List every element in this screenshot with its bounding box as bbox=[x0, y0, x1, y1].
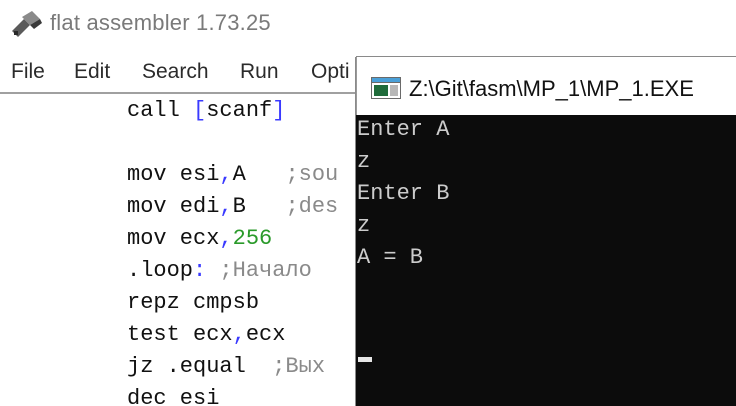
code-line: repz cmpsb bbox=[127, 290, 259, 322]
menu-edit[interactable]: Edit bbox=[74, 60, 110, 84]
code-line: dec esi bbox=[127, 386, 219, 406]
console-line: A = B bbox=[357, 245, 424, 270]
menu-search[interactable]: Search bbox=[142, 60, 209, 84]
code-token: call bbox=[127, 98, 194, 123]
code-token: ;sou bbox=[285, 162, 339, 187]
code-token: mov ecx bbox=[127, 226, 220, 251]
code-token: mov edi bbox=[127, 194, 220, 219]
code-token: jz .equal bbox=[127, 354, 273, 379]
code-token: [ bbox=[193, 98, 207, 123]
code-line: mov esi,A ;sou bbox=[127, 162, 338, 194]
code-line: .loop: ;Начало bbox=[127, 258, 312, 290]
code-token: , bbox=[219, 194, 233, 219]
console-line: z bbox=[357, 213, 371, 238]
code-token: repz cmpsb bbox=[127, 290, 260, 315]
code-token: 256 bbox=[232, 226, 273, 251]
code-line: mov ecx,256 bbox=[127, 226, 272, 258]
console-line: Enter B bbox=[357, 181, 450, 206]
code-token: B bbox=[232, 194, 286, 219]
console-line: z bbox=[357, 149, 371, 174]
menu-run[interactable]: Run bbox=[240, 60, 279, 84]
menu-options[interactable]: Opti bbox=[311, 60, 350, 84]
console-app-icon bbox=[371, 77, 401, 99]
code-token: .loop bbox=[127, 258, 194, 283]
code-token: test ecx bbox=[127, 322, 233, 347]
code-token: ;des bbox=[285, 194, 339, 219]
code-token: , bbox=[219, 162, 233, 187]
code-token: ;Начало bbox=[206, 258, 312, 283]
fasm-app-icon bbox=[10, 11, 44, 37]
fasm-window-title: flat assembler 1.73.25 bbox=[50, 10, 271, 35]
console-cursor bbox=[358, 357, 372, 362]
console-output[interactable]: Enter A z Enter B z A = B bbox=[356, 115, 736, 406]
code-line: call [scanf] bbox=[127, 98, 285, 130]
code-token: ;Вых bbox=[272, 354, 326, 379]
console-window: Z:\Git\fasm\MP_1\MP_1.EXE Enter Az Enter … bbox=[356, 57, 736, 406]
code-token: : bbox=[193, 258, 207, 283]
code-token: scanf bbox=[206, 98, 273, 123]
code-token: , bbox=[232, 322, 246, 347]
code-token: ] bbox=[272, 98, 286, 123]
code-token: A bbox=[232, 162, 286, 187]
code-line: mov edi,B ;des bbox=[127, 194, 338, 226]
fasm-titlebar[interactable]: flat assembler 1.73.25 bbox=[0, 0, 736, 48]
code-token: dec esi bbox=[127, 386, 220, 406]
console-titlebar[interactable]: Z:\Git\fasm\MP_1\MP_1.EXE bbox=[356, 57, 736, 115]
code-line: jz .equal ;Вых bbox=[127, 354, 325, 386]
desktop: flat assembler 1.73.25 File Edit Search … bbox=[0, 0, 736, 406]
code-token: , bbox=[219, 226, 233, 251]
console-window-title: Z:\Git\fasm\MP_1\MP_1.EXE bbox=[409, 76, 694, 101]
code-line: test ecx,ecx bbox=[127, 322, 285, 354]
console-line: Enter A bbox=[357, 117, 450, 142]
menu-file[interactable]: File bbox=[11, 60, 45, 84]
code-token: mov esi bbox=[127, 162, 220, 187]
code-token: ecx bbox=[245, 322, 286, 347]
